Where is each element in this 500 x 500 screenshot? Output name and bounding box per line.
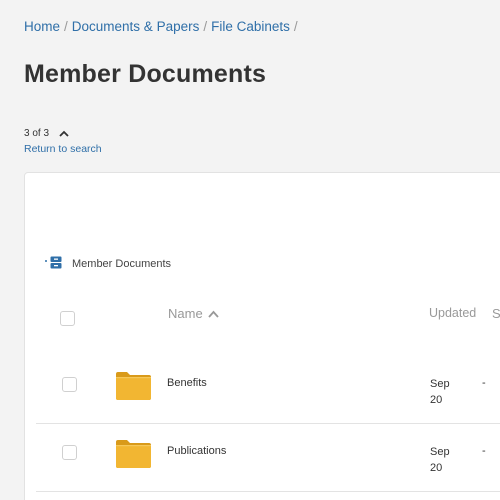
- name-column-label: Name: [168, 306, 203, 321]
- result-position: 3 of 3: [24, 128, 50, 139]
- current-folder-crumb[interactable]: Member Documents: [45, 256, 171, 272]
- breadcrumb-separator: /: [203, 19, 208, 34]
- chevron-up-icon[interactable]: [59, 129, 69, 140]
- breadcrumb-documents-link[interactable]: Documents & Papers: [72, 19, 200, 34]
- row-checkbox[interactable]: [62, 445, 77, 460]
- return-to-search-link[interactable]: Return to search: [24, 143, 102, 155]
- sort-ascending-icon: [208, 306, 219, 321]
- result-navigator: 3 of 3: [24, 128, 69, 140]
- breadcrumb-separator: /: [293, 19, 298, 34]
- row-divider: [36, 423, 500, 424]
- row-extra: -: [482, 445, 486, 457]
- name-column-header[interactable]: Name: [168, 306, 219, 321]
- row-extra: -: [482, 377, 486, 389]
- page-title: Member Documents: [24, 60, 267, 88]
- row-updated: Sep 20: [430, 378, 450, 406]
- row-name-link[interactable]: Benefits: [167, 377, 207, 389]
- file-cabinet-icon: [50, 256, 62, 272]
- updated-column-header[interactable]: Updated: [429, 304, 476, 322]
- breadcrumb-separator: /: [64, 19, 68, 34]
- folder-icon: [115, 370, 152, 401]
- row-name-link[interactable]: Publications: [167, 445, 226, 457]
- current-folder-label: Member Documents: [72, 258, 172, 270]
- status-column-header[interactable]: S: [492, 306, 500, 321]
- row-divider: [36, 491, 500, 492]
- tree-toggle-dot: [45, 260, 47, 262]
- folder-icon: [115, 438, 152, 469]
- breadcrumb: Home / Documents & Papers / File Cabinets /: [24, 19, 298, 34]
- row-updated: Sep 20: [430, 446, 450, 474]
- documents-panel: [24, 172, 500, 500]
- row-checkbox[interactable]: [62, 377, 77, 392]
- breadcrumb-file-cabinets-link[interactable]: File Cabinets: [211, 19, 290, 34]
- breadcrumb-home-link[interactable]: Home: [24, 19, 60, 34]
- select-all-checkbox[interactable]: [60, 311, 75, 326]
